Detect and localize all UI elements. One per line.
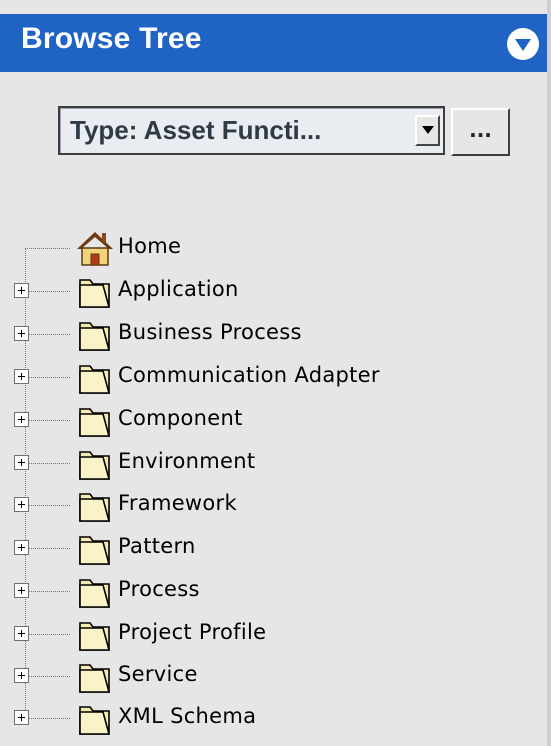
tree-branch-line: [25, 718, 70, 719]
folder-icon: [79, 706, 111, 735]
folder-icon: [79, 279, 111, 308]
expand-icon[interactable]: [14, 583, 29, 598]
tree-branch-line: [25, 634, 70, 635]
browse-tree-panel: Browse Tree Type: Asset Functi... ... Ho…: [0, 0, 551, 746]
expand-icon[interactable]: [14, 369, 29, 384]
tree-branch-line: [25, 248, 70, 249]
tree-node-label: XML Schema: [118, 704, 257, 728]
tree-node-label: Process: [118, 577, 200, 601]
tree-branch-line: [25, 463, 70, 464]
tree-branch-line: [25, 548, 70, 549]
tree-node-label: Component: [118, 406, 243, 430]
tree-node-label: Communication Adapter: [118, 363, 380, 387]
tree-node-home[interactable]: Home: [0, 228, 520, 268]
tree-branch-line: [25, 591, 70, 592]
folder-icon: [79, 493, 111, 522]
expand-icon[interactable]: [14, 455, 29, 470]
tree-node-label: Environment: [118, 449, 256, 473]
home-icon: [77, 232, 113, 266]
tree-node-label: Framework: [118, 491, 237, 515]
browse-tree: Home Application Business Process Commun…: [0, 0, 551, 746]
tree-node-label: Business Process: [118, 320, 302, 344]
folder-icon: [79, 451, 111, 480]
tree-node-application[interactable]: Application: [0, 271, 520, 311]
tree-branch-line: [25, 377, 70, 378]
folder-icon: [79, 664, 111, 693]
expand-icon[interactable]: [14, 626, 29, 641]
tree-branch-line: [25, 676, 70, 677]
tree-node-environment[interactable]: Environment: [0, 443, 520, 483]
expand-icon[interactable]: [14, 497, 29, 512]
tree-node-label: Project Profile: [118, 620, 267, 644]
folder-icon: [79, 322, 111, 351]
tree-node-process[interactable]: Process: [0, 571, 520, 611]
folder-icon: [79, 536, 111, 565]
tree-branch-line: [25, 420, 70, 421]
tree-node-communication-adapter[interactable]: Communication Adapter: [0, 357, 520, 397]
folder-icon: [79, 408, 111, 437]
tree-node-label: Pattern: [118, 534, 196, 558]
tree-branch-line: [25, 291, 70, 292]
tree-node-component[interactable]: Component: [0, 400, 520, 440]
tree-branch-line: [25, 334, 70, 335]
expand-icon[interactable]: [14, 668, 29, 683]
tree-branch-line: [25, 505, 70, 506]
tree-node-framework[interactable]: Framework: [0, 485, 520, 525]
tree-node-pattern[interactable]: Pattern: [0, 528, 520, 568]
folder-icon: [79, 579, 111, 608]
tree-node-service[interactable]: Service: [0, 656, 520, 696]
folder-icon: [79, 365, 111, 394]
expand-icon[interactable]: [14, 412, 29, 427]
tree-node-label: Home: [118, 234, 182, 258]
tree-node-label: Application: [118, 277, 239, 301]
tree-node-project-profile[interactable]: Project Profile: [0, 614, 520, 654]
tree-node-business-process[interactable]: Business Process: [0, 314, 520, 354]
expand-icon[interactable]: [14, 326, 29, 341]
tree-node-xml-schema[interactable]: XML Schema: [0, 698, 520, 738]
folder-icon: [79, 622, 111, 651]
expand-icon[interactable]: [14, 710, 29, 725]
expand-icon[interactable]: [14, 540, 29, 555]
tree-node-label: Service: [118, 662, 198, 686]
expand-icon[interactable]: [14, 283, 29, 298]
